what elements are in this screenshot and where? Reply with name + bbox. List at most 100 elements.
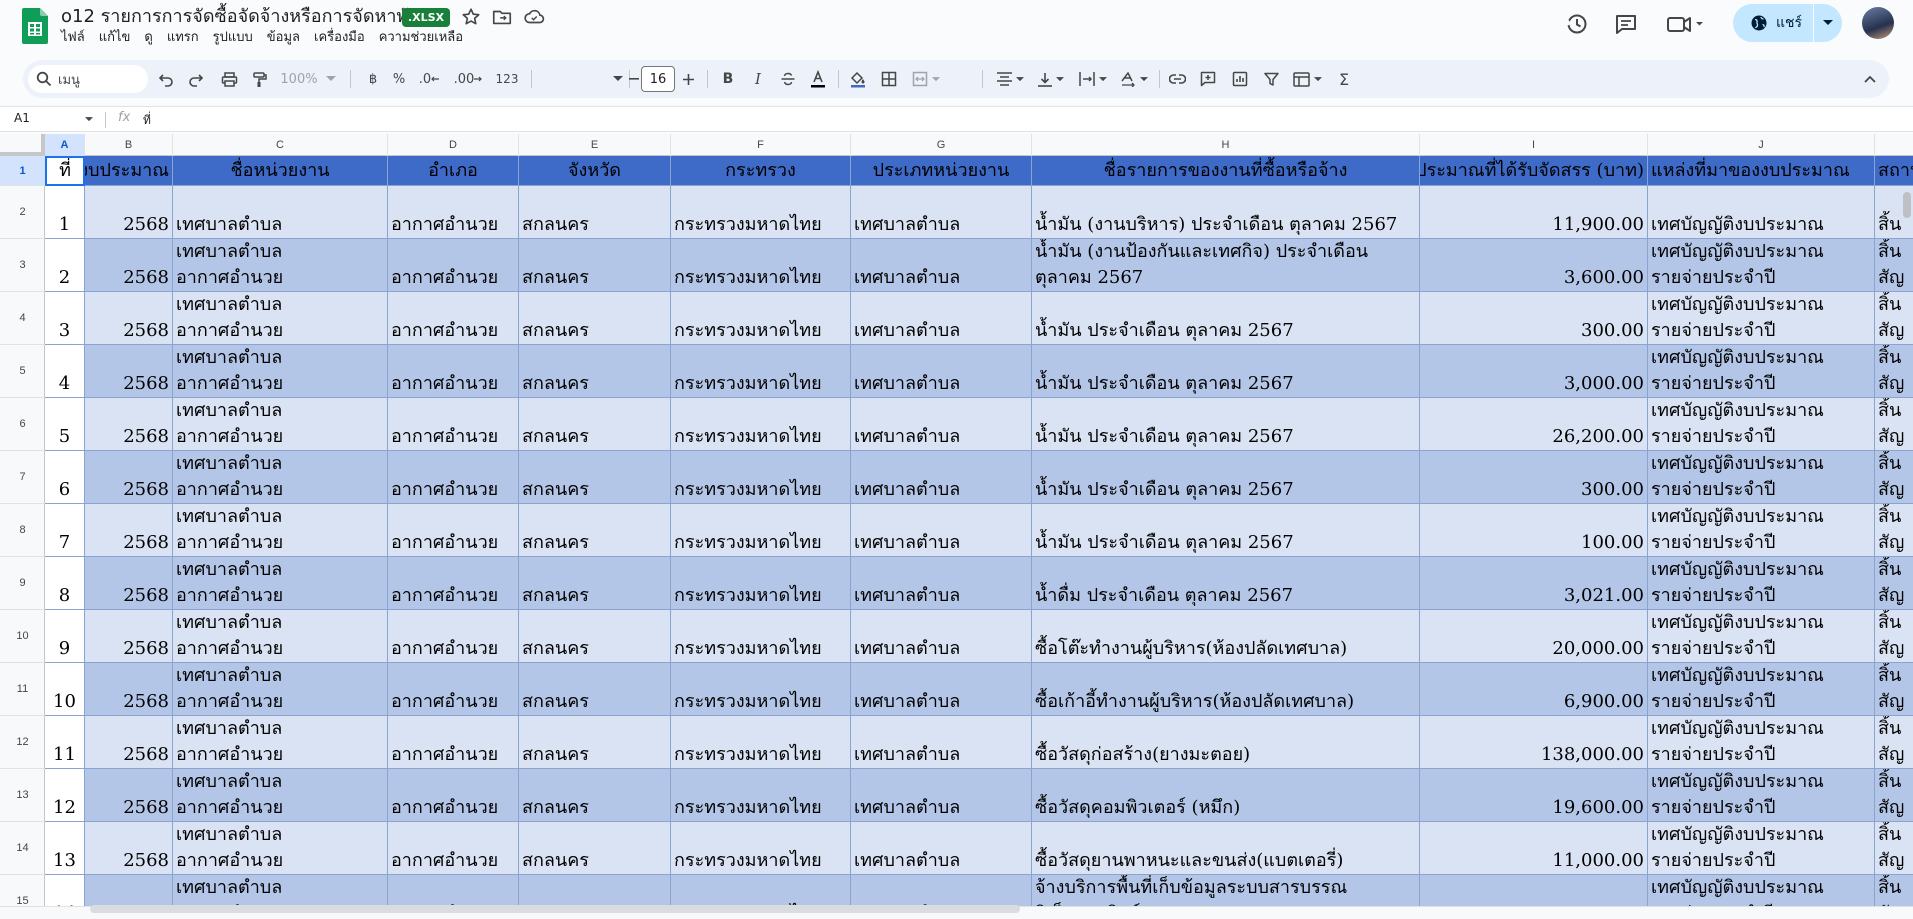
row-header[interactable]: 1 [0, 156, 45, 186]
cell-ministry[interactable]: กระทรวงมหาดไทย [671, 451, 851, 504]
cell-org-name[interactable]: เทศบาลตำบลอากาศอำนวย [173, 557, 388, 610]
cell-no[interactable]: 9 [45, 610, 85, 663]
cell-status[interactable]: สิ้นสัญ [1875, 716, 1913, 769]
cell-org-name[interactable]: เทศบาลตำบลอากาศอำนวย [173, 239, 388, 292]
increase-decimal-button[interactable]: .00 [451, 60, 485, 98]
row-header[interactable]: 15 [0, 875, 45, 906]
cell-item-name[interactable]: น้ำมัน ประจำเดือน ตุลาคม 2567 [1032, 504, 1420, 557]
cell-province[interactable]: สกลนคร [519, 769, 671, 822]
text-wrapping-button[interactable] [1075, 60, 1111, 98]
table-row[interactable]: 10 2568 เทศบาลตำบล อากาศอำนวย อากาศอำนวย สกลน… [45, 663, 1913, 716]
cell-budget[interactable]: 300.00 [1420, 451, 1648, 504]
font-size-increase-button[interactable] [679, 60, 697, 98]
table-row[interactable]: 13 2568 เทศบาลตำบล อากาศอำนวย อากาศอำนวย สกลน… [45, 822, 1913, 875]
row-header[interactable]: 12 [0, 716, 45, 769]
cell-ministry[interactable]: กระทรวงมหาดไทย [671, 398, 851, 451]
cell-ministry[interactable]: กระทรวงมหาดไทย [671, 769, 851, 822]
menu-search-box[interactable]: เมนู [28, 65, 148, 93]
cell-year[interactable]: 2568 [85, 557, 173, 610]
table-row[interactable]: 7 2568 เทศบาลตำบล อากาศอำนวย อากาศอำนวย สกลนค… [45, 504, 1913, 557]
cell-org-name[interactable]: เทศบาลตำบลอากาศอำนวย [173, 610, 388, 663]
cell-item-name[interactable]: น้ำดื่ม ประจำเดือน ตุลาคม 2567 [1032, 557, 1420, 610]
sheets-logo-icon[interactable] [22, 8, 48, 44]
cell-budget[interactable]: 3,600.00 [1420, 239, 1648, 292]
merge-cells-button[interactable] [908, 60, 944, 98]
borders-button[interactable] [876, 60, 902, 98]
cell-status[interactable]: สิ้นสัญ [1875, 398, 1913, 451]
cell-item-name[interactable]: จ้างบริการพื้นที่เก็บข้อมูลระบบสารบรรณอิ… [1032, 875, 1420, 906]
row-header[interactable]: 4 [0, 292, 45, 345]
star-icon[interactable] [460, 6, 482, 28]
table-row[interactable]: 2 2568 เทศบาลตำบล อากาศอำนวย อากาศอำนวย สกลนค… [45, 239, 1913, 292]
header-cell[interactable]: กระทรวง [671, 156, 851, 186]
cell-area[interactable]: ที่ งบประมาณ ชื่อหน่วยงาน อำเภอ จังหวัด กระทร… [45, 156, 1913, 906]
cell-org-name[interactable]: เทศบาลตำบลอากาศอำนวย [173, 451, 388, 504]
menu-data[interactable]: ข้อมูล [260, 29, 307, 47]
column-header-h[interactable]: H [1032, 134, 1420, 156]
cell-status[interactable]: สิ้นสัญ [1875, 769, 1913, 822]
cell-org-type[interactable]: เทศบาลตำบล [851, 875, 1032, 906]
cell-budget[interactable]: 100.00 [1420, 504, 1648, 557]
cell-org-type[interactable]: เทศบาลตำบล [851, 292, 1032, 345]
cell-org-type[interactable]: เทศบาลตำบล [851, 239, 1032, 292]
share-main[interactable]: แชร์ [1733, 4, 1813, 42]
row-header[interactable]: 9 [0, 557, 45, 610]
spreadsheet-grid[interactable]: A B C D E F G H I J 1 2 3 4 5 6 7 8 9 10 11 12 13 14 1… [0, 134, 1913, 906]
row-header[interactable]: 3 [0, 239, 45, 292]
redo-button[interactable] [183, 60, 209, 98]
cell-ministry[interactable]: กระทรวงมหาดไทย [671, 822, 851, 875]
cell-district[interactable]: อากาศอำนวย [388, 398, 519, 451]
menu-edit[interactable]: แก้ไข [92, 29, 138, 47]
cell-org-name[interactable]: เทศบาลตำบลอากาศอำนวย [173, 822, 388, 875]
cell-item-name[interactable]: ซื้อวัสดุก่อสร้าง(ยางมะตอย) [1032, 716, 1420, 769]
print-button[interactable] [216, 60, 242, 98]
header-cell[interactable]: ที่ [45, 156, 85, 186]
share-button[interactable]: แชร์ [1733, 4, 1842, 42]
cell-year[interactable]: 2568 [85, 663, 173, 716]
text-rotation-button[interactable] [1116, 60, 1152, 98]
menu-insert[interactable]: แทรก [160, 29, 206, 47]
table-row[interactable]: 6 2568 เทศบาลตำบล อากาศอำนวย อากาศอำนวย สกลนค… [45, 451, 1913, 504]
cell-year[interactable]: 2568 [85, 610, 173, 663]
cell-budget[interactable]: 3,000.00 [1420, 345, 1648, 398]
name-box[interactable]: A1 [14, 111, 30, 125]
table-row[interactable]: 1 2568 เทศบาลตำบล อากาศอำนวย สกลนคร กระทรวงมห… [45, 186, 1913, 239]
cell-org-type[interactable]: เทศบาลตำบล [851, 186, 1032, 239]
cell-district[interactable]: อากาศอำนวย [388, 186, 519, 239]
cell-item-name[interactable]: ซื้อวัสดุคอมพิวเตอร์ (หมึก) [1032, 769, 1420, 822]
header-cell[interactable]: ชื่อหน่วยงาน [173, 156, 388, 186]
cell-org-name[interactable]: เทศบาลตำบลอากาศอำนวย [173, 292, 388, 345]
paint-format-button[interactable] [247, 60, 273, 98]
column-header-d[interactable]: D [388, 134, 519, 156]
cell-district[interactable]: อากาศอำนวย [388, 292, 519, 345]
cell-budget-source[interactable]: เทศบัญญัติงบประมาณรายจ่ายประจำปี [1648, 716, 1875, 769]
cell-province[interactable]: สกลนคร [519, 822, 671, 875]
cell-province[interactable]: สกลนคร [519, 663, 671, 716]
cell-district[interactable]: อากาศอำนวย [388, 716, 519, 769]
cell-no[interactable]: 2 [45, 239, 85, 292]
cell-org-name[interactable]: เทศบาลตำบลอากาศอำนวย [173, 663, 388, 716]
cell-district[interactable]: อากาศอำนวย [388, 663, 519, 716]
font-family-select[interactable] [539, 60, 623, 98]
cell-item-name[interactable]: น้ำมัน (งานป้องกันและเทศกิจ) ประจำเดือนต… [1032, 239, 1420, 292]
cell-no[interactable]: 12 [45, 769, 85, 822]
cell-year[interactable]: 2568 [85, 292, 173, 345]
cell-no[interactable]: 3 [45, 292, 85, 345]
cell-province[interactable]: สกลนคร [519, 186, 671, 239]
column-header-i[interactable]: I [1420, 134, 1648, 156]
cell-year[interactable]: 2568 [85, 186, 173, 239]
cell-ministry[interactable]: กระทรวงมหาดไทย [671, 186, 851, 239]
cell-budget-source[interactable]: เทศบัญญัติงบประมาณรายจ่ายประจำปี [1648, 239, 1875, 292]
cell-org-type[interactable]: เทศบาลตำบล [851, 451, 1032, 504]
column-header-f[interactable]: F [671, 134, 851, 156]
cell-org-type[interactable]: เทศบาลตำบล [851, 769, 1032, 822]
cell-org-type[interactable]: เทศบาลตำบล [851, 504, 1032, 557]
cell-status[interactable]: สิ้นสัญ [1875, 239, 1913, 292]
cell-district[interactable]: อากาศอำนวย [388, 557, 519, 610]
header-cell[interactable]: อำเภอ [388, 156, 519, 186]
cell-status[interactable]: สิ้นสัญ [1875, 504, 1913, 557]
cell-item-name[interactable]: น้ำมัน ประจำเดือน ตุลาคม 2567 [1032, 292, 1420, 345]
cell-status[interactable]: สิ้นสัญ [1875, 451, 1913, 504]
filter-views-button[interactable] [1289, 60, 1325, 98]
cell-budget[interactable]: 26,200.00 [1420, 398, 1648, 451]
